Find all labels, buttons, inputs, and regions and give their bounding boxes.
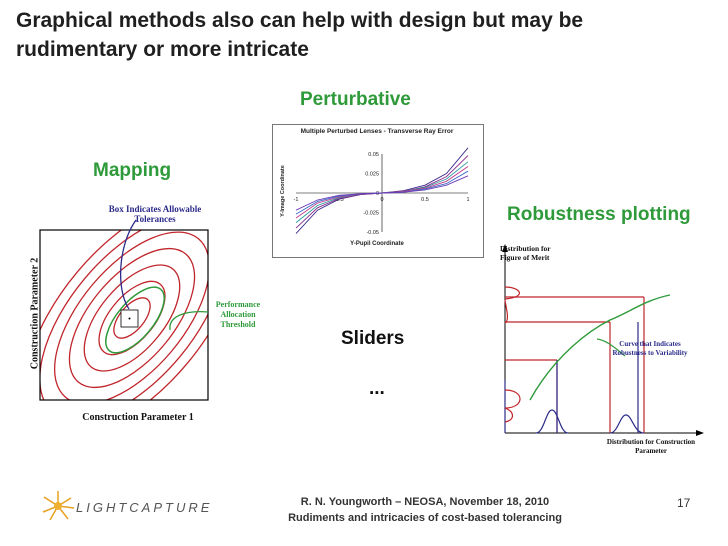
perturbative-label: Perturbative	[300, 89, 411, 110]
mapping-label: Mapping	[93, 160, 172, 181]
box-note: Box Indicates Allowable Tolerances	[108, 204, 202, 224]
y-tick-label: -0.05	[366, 230, 379, 236]
sliders-label: Sliders	[341, 328, 405, 349]
threshold-note: Performance Allocation Threshold	[215, 300, 261, 329]
perturbative-chart: -1 -0.5 0 0.5 10.050.0250-0.025-0.05	[294, 147, 470, 236]
param-distribution-1	[535, 409, 569, 434]
mapping-x-axis-label: Construction Parameter 1	[82, 412, 194, 423]
x-tick-label: 1	[466, 197, 469, 203]
x-tick-label: 0.5	[421, 197, 429, 203]
x-tick-label: 0	[380, 197, 383, 203]
robustness-label: Robustness plotting	[507, 204, 691, 225]
mapping-y-axis-label: Construction Parameter 2	[29, 257, 41, 370]
fom-distribution-label: Distribution for Figure of Merit	[500, 244, 551, 262]
company-logo: LIGHTCAPTURE	[76, 500, 213, 515]
chart-x-label: Y-Pupil Coordinate	[350, 241, 404, 247]
param-distribution-label: Distribution for Construction Parameter	[606, 438, 696, 455]
projection-lines	[504, 286, 645, 433]
footer-line-2: Rudiments and intricacies of cost-based …	[288, 512, 562, 524]
ellipsis-label: ...	[369, 378, 385, 399]
page-number: 17	[677, 496, 691, 510]
footer-citation: R. N. Youngworth – NEOSA, November 18, 2…	[270, 494, 580, 526]
footer-line-1: R. N. Youngworth – NEOSA, November 18, 2…	[300, 496, 550, 508]
y-tick-label: 0.025	[365, 172, 379, 178]
x-tick-label: -1	[294, 197, 299, 203]
curve-note: Curve that Indicates Robustness to Varia…	[612, 340, 688, 357]
design-point	[128, 317, 131, 320]
y-tick-label: 0.05	[368, 152, 379, 158]
slide-title: Graphical methods also can help with des…	[16, 9, 584, 61]
param-distribution-2	[609, 414, 645, 434]
logo-burst-icon	[42, 491, 75, 521]
chart-y-label: Y-Image Coordinate	[280, 165, 286, 217]
y-tick-label: 0	[376, 191, 379, 197]
y-tick-label: -0.025	[363, 211, 379, 217]
